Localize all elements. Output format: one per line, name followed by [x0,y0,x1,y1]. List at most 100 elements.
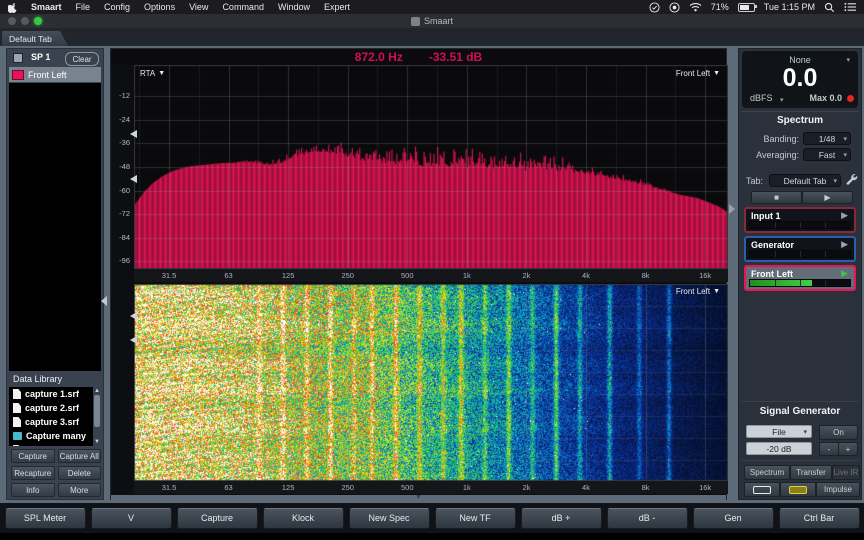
ctrl-new-spec-button[interactable]: New Spec [349,508,430,529]
sp-group-checkbox[interactable] [13,53,23,63]
tab-default-tab[interactable]: Default Tab [2,31,68,46]
library-item[interactable]: UQ 1-1.srf [9,443,101,446]
library-item[interactable]: capture 1.srf [9,387,101,401]
mode-transfer-button[interactable]: Transfer [790,465,832,480]
ctrl-v-button[interactable]: V [91,508,172,529]
rta-canvas[interactable] [134,65,728,269]
library-item[interactable]: capture 3.srf [9,415,101,429]
mode-spectrum-button[interactable]: Spectrum [744,465,790,480]
spectrograph-plot-type[interactable]: Spectrograph▼ [140,287,198,296]
rta-plot[interactable]: RTA▼ Front Left▼ [134,65,728,269]
spectrograph-range-arrow-icon[interactable] [130,312,137,320]
trace-item-front-left[interactable]: Front Left [9,67,101,82]
ctrl-capture-button[interactable]: Capture [177,508,258,529]
screen-record-icon[interactable] [669,2,680,13]
menu-item-file[interactable]: File [76,2,91,12]
wrench-icon[interactable] [845,173,858,191]
scroll-up-icon[interactable]: ▲ [93,387,101,395]
ctrl-ctrl-bar-button[interactable]: Ctrl Bar [779,508,860,529]
generator-type-select[interactable]: File▾ [746,425,812,438]
divider-handle-icon[interactable]: ▼ [415,495,422,501]
rta-y-tick: -84 [119,233,130,242]
spectrograph-trace-selector[interactable]: Front Left▼ [676,287,720,296]
sp-group-label: SP 1 [31,52,50,62]
stop-button[interactable]: ■ [751,191,802,204]
collapse-right-panel-icon[interactable] [729,204,735,214]
chevron-down-icon: ▾ [843,151,847,159]
rta-threshold-arrow-icon[interactable] [130,175,137,183]
window-title-bar[interactable]: Smaart [0,14,864,29]
meter-unit-select[interactable]: dBFS [750,93,773,103]
spectrograph-x-tick: 8k [642,483,650,492]
wifi-icon[interactable] [689,2,702,12]
library-recapture-button[interactable]: Recapture [11,466,55,480]
play-button[interactable]: ▶ [802,191,853,204]
menu-item-view[interactable]: View [189,2,208,12]
library-info-button[interactable]: Info [11,483,55,497]
library-scrollbar[interactable]: ▲ ▼ [93,387,101,446]
control-center-icon[interactable] [844,2,856,12]
flat-wave-icon [753,486,771,494]
trace-list-empty[interactable] [9,83,101,371]
menu-item-options[interactable]: Options [144,2,175,12]
source-front-left[interactable]: Front Left ▶ [744,265,856,291]
play-icon[interactable]: ▶ [841,268,848,279]
spectrograph-x-tick: 2k [522,483,530,492]
menu-item-window[interactable]: Window [278,2,310,12]
menu-item-config[interactable]: Config [104,2,130,12]
menu-item-expert[interactable]: Expert [324,2,350,12]
rta-x-tick: 2k [522,271,530,280]
play-icon[interactable]: ▶ [841,210,848,221]
library-more-button[interactable]: More [58,483,102,497]
ctrl-spl-meter-button[interactable]: SPL Meter [5,508,86,529]
banding-select[interactable]: 1/48▾ [803,132,851,145]
spectrograph-plot[interactable]: Spectrograph▼ Front Left▼ [134,284,728,481]
library-item-name: capture 3.srf [25,417,79,427]
spectrograph-canvas[interactable] [134,284,728,481]
sine-wave-icon-button[interactable] [744,482,780,497]
play-icon[interactable]: ▶ [841,239,848,250]
pane-divider[interactable]: ▼ [111,495,726,501]
level-minus-button[interactable]: - [819,442,839,456]
collapse-left-panel-icon[interactable] [101,296,107,306]
library-capture-all-button[interactable]: Capture All [58,449,102,463]
menu-item-command[interactable]: Command [222,2,264,12]
clear-button[interactable]: Clear [65,52,99,66]
impulse-button[interactable]: Impulse [816,482,860,497]
source-generator[interactable]: Generator ▶ [744,236,856,262]
source-input-1[interactable]: Input 1 ▶ [744,207,856,233]
library-item[interactable]: Capture many [9,429,101,443]
library-delete-button[interactable]: Delete [58,466,102,480]
menu-item-smaart[interactable]: Smaart [31,2,62,12]
rta-trace-selector[interactable]: Front Left▼ [676,69,720,78]
averaging-select[interactable]: Fast▾ [803,148,851,161]
scroll-thumb[interactable] [94,395,100,427]
pink-noise-icon-button[interactable] [780,482,816,497]
library-item[interactable]: capture 2.srf [9,401,101,415]
library-item-name: capture 1.srf [25,389,79,399]
rta-plot-type[interactable]: RTA▼ [140,69,165,78]
library-capture-button[interactable]: Capture [11,449,55,463]
search-icon[interactable] [824,2,835,13]
data-library-list[interactable]: capture 1.srf capture 2.srf capture 3.srf C… [9,387,101,446]
scroll-down-icon[interactable]: ▼ [93,438,101,446]
ctrl-new-tf-button[interactable]: New TF [435,508,516,529]
library-item-name: capture 2.srf [25,403,79,413]
ctrl-klock-button[interactable]: Klock [263,508,344,529]
chevron-down-icon: ▾ [846,56,850,64]
apple-icon[interactable] [8,2,17,13]
rta-y-tick: -72 [119,209,130,218]
ctrl-db--button[interactable]: dB - [607,508,688,529]
tab-select[interactable]: Default Tab▾ [769,174,841,187]
rta-threshold-arrow-icon[interactable] [130,130,137,138]
tab-label: Tab: [746,176,763,186]
circled-check-icon[interactable] [649,2,660,13]
ctrl-gen-button[interactable]: Gen [693,508,774,529]
generator-on-button[interactable]: On [819,425,858,440]
rta-x-tick: 4k [582,271,590,280]
level-plus-button[interactable]: + [838,442,858,456]
spectrograph-range-arrow-icon[interactable] [130,336,137,344]
tab-bar: Default Tab [0,28,864,46]
mode-live-ir-button[interactable]: Live IR [832,465,860,480]
ctrl-db--button[interactable]: dB + [521,508,602,529]
